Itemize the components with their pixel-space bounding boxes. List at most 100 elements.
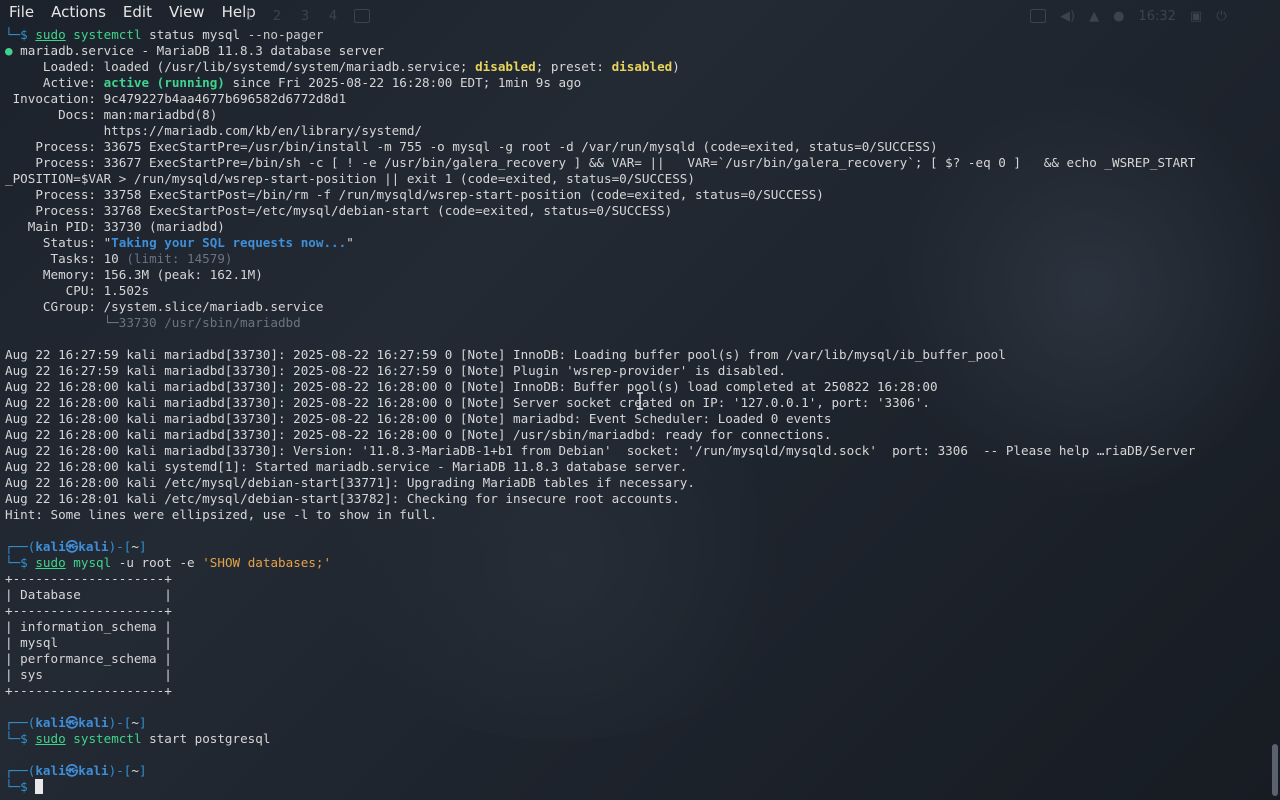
- terminal-line: | information_schema |: [5, 619, 1267, 635]
- terminal-text: | performance_schema |: [5, 651, 172, 666]
- terminal-text: ~: [131, 715, 139, 730]
- terminal-text: | information_schema |: [5, 619, 172, 634]
- lock-icon[interactable]: ▣: [1190, 9, 1202, 24]
- terminal-line: +--------------------+: [5, 683, 1267, 699]
- terminal-text: +--------------------+: [5, 683, 172, 698]
- terminal-text: systemctl: [73, 27, 142, 42]
- terminal-text: )-[: [108, 539, 132, 554]
- terminal-line: Memory: 156.3M (peak: 162.1M): [5, 267, 1267, 283]
- display-icon[interactable]: [1030, 9, 1046, 23]
- terminal-cursor: [35, 779, 44, 794]
- workspace-3[interactable]: 3: [298, 9, 312, 24]
- terminal-text: disabled: [611, 59, 673, 74]
- terminal-line: | mysql |: [5, 635, 1267, 651]
- terminal-line: Aug 22 16:28:00 kali mariadbd[33730]: Ve…: [5, 443, 1267, 459]
- terminal-line: Aug 22 16:28:01 kali /etc/mysql/debian-s…: [5, 491, 1267, 507]
- terminal-line: Invocation: 9c479227b4aa4677b696582d6772…: [5, 91, 1267, 107]
- terminal-line: Docs: man:mariadbd(8): [5, 107, 1267, 123]
- terminal-text: └─$: [5, 731, 36, 746]
- terminal-line: Aug 22 16:28:00 kali systemd[1]: Started…: [5, 459, 1267, 475]
- notification-icon[interactable]: ▲: [1089, 9, 1099, 24]
- terminal-text: sudo: [35, 555, 66, 570]
- terminal-scrollbar[interactable]: [1272, 744, 1278, 796]
- terminal-text: CGroup: /system.slice/mariadb.service: [5, 299, 324, 314]
- terminal-text: ": [346, 235, 354, 250]
- terminal-text: )-[: [108, 763, 132, 778]
- terminal-text: --no-pager: [247, 27, 324, 42]
- terminal-line: ● mariadb.service - MariaDB 11.8.3 datab…: [5, 43, 1267, 59]
- terminal-text: Memory: 156.3M (peak: 162.1M): [5, 267, 263, 282]
- terminal-line: └─33730 /usr/sbin/mariadbd: [5, 315, 1267, 331]
- terminal-text: since Fri 2025-08-22 16:28:00 EDT; 1min …: [224, 75, 582, 90]
- terminal-text: mysql: [73, 555, 112, 570]
- volume-icon[interactable]: ◀): [1060, 9, 1075, 24]
- terminal-text: ): [672, 59, 680, 74]
- terminal-text: +--------------------+: [5, 571, 172, 586]
- terminal-text: Aug 22 16:28:00 kali mariadbd[33730]: 20…: [5, 395, 931, 410]
- terminal-line: Hint: Some lines were ellipsized, use -l…: [5, 507, 1267, 523]
- menu-file[interactable]: File: [0, 1, 42, 23]
- terminal-line: ┌──(kali㉿kali)-[~]: [5, 715, 1267, 731]
- workspace-4[interactable]: 4: [326, 9, 340, 24]
- terminal-line: Aug 22 16:27:59 kali mariadbd[33730]: 20…: [5, 347, 1267, 363]
- terminal-text: )-[: [108, 715, 132, 730]
- terminal-text: systemctl: [73, 731, 142, 746]
- terminal-text: Status: ": [5, 235, 112, 250]
- terminal-line: Loaded: loaded (/usr/lib/systemd/system/…: [5, 59, 1267, 75]
- terminal-text: Aug 22 16:27:59 kali mariadbd[33730]: 20…: [5, 347, 1006, 362]
- terminal-line: Process: 33758 ExecStartPost=/bin/rm -f …: [5, 187, 1267, 203]
- terminal-text: Active:: [5, 75, 104, 90]
- terminal-line: Process: 33675 ExecStartPre=/usr/bin/ins…: [5, 139, 1267, 155]
- terminal-text: kali㉿kali: [35, 539, 109, 554]
- terminal-line: Process: 33677 ExecStartPre=/bin/sh -c […: [5, 155, 1267, 171]
- terminal-text: Aug 22 16:28:00 kali mariadbd[33730]: 20…: [5, 427, 832, 442]
- terminal-line: └─$ sudo mysql -u root -e 'SHOW database…: [5, 555, 1267, 571]
- terminal-text: Docs: man:mariadbd(8): [5, 107, 218, 122]
- workspace-2[interactable]: 2: [270, 9, 284, 24]
- terminal-text: kali㉿kali: [35, 763, 109, 778]
- terminal-text: | Database |: [5, 587, 172, 602]
- terminal-text: disabled: [475, 59, 536, 74]
- terminal-text: Process: 33768 ExecStartPost=/etc/mysql/…: [5, 203, 673, 218]
- terminal-text: ●: [5, 43, 21, 58]
- terminal-text: active (running): [103, 75, 225, 90]
- ibeam-cursor-icon: [637, 392, 643, 410]
- terminal-line: Aug 22 16:28:00 kali /etc/mysql/debian-s…: [5, 475, 1267, 491]
- logout-icon[interactable]: ⏻: [1216, 9, 1226, 24]
- terminal-line: Aug 22 16:28:00 kali mariadbd[33730]: 20…: [5, 427, 1267, 443]
- terminal-text: └─33730 /usr/sbin/mariadbd: [5, 315, 301, 330]
- terminal-line: ┌──(kali㉿kali)-[~]: [5, 539, 1267, 555]
- menu-actions[interactable]: Actions: [42, 1, 114, 23]
- terminal-line: Process: 33768 ExecStartPost=/etc/mysql/…: [5, 203, 1267, 219]
- terminal-text: ; preset:: [535, 59, 612, 74]
- terminal-text: ~: [131, 539, 139, 554]
- menu-edit[interactable]: Edit: [114, 1, 160, 23]
- terminal-text: Tasks: 10: [5, 251, 127, 266]
- terminal-text: Process: 33677 ExecStartPre=/bin/sh -c […: [5, 155, 1196, 170]
- panel-workspaces: 1 2 3 4: [242, 6, 370, 26]
- terminal-line: | performance_schema |: [5, 651, 1267, 667]
- terminal-icon[interactable]: [354, 9, 370, 23]
- terminal-text: Main PID: 33730 (mariadbd): [5, 219, 225, 234]
- terminal-text: +--------------------+: [5, 603, 172, 618]
- terminal-text: ]: [138, 763, 147, 778]
- terminal-text: Aug 22 16:28:01 kali /etc/mysql/debian-s…: [5, 491, 680, 506]
- terminal-text: Process: 33758 ExecStartPost=/bin/rm -f …: [5, 187, 824, 202]
- workspace-1[interactable]: 1: [242, 9, 256, 24]
- terminal-line: Aug 22 16:27:59 kali mariadbd[33730]: 20…: [5, 363, 1267, 379]
- menu-view[interactable]: View: [160, 1, 213, 23]
- terminal-text: mariadb.service - MariaDB 11.8.3 databas…: [20, 43, 385, 58]
- terminal-text: Aug 22 16:28:00 kali mariadbd[33730]: Ve…: [5, 443, 1196, 458]
- terminal-output[interactable]: └─$ sudo systemctl status mysql --no-pag…: [5, 27, 1267, 795]
- terminal-line: Active: active (running) since Fri 2025-…: [5, 75, 1267, 91]
- power-icon[interactable]: ●: [1113, 9, 1124, 24]
- terminal-text: Aug 22 16:28:00 kali systemd[1]: Started…: [5, 459, 688, 474]
- terminal-text: | sys |: [5, 667, 172, 682]
- terminal-text: Invocation: 9c479227b4aa4677b696582d6772…: [5, 91, 347, 106]
- terminal-line: CGroup: /system.slice/mariadb.service: [5, 299, 1267, 315]
- terminal-line: └─$ sudo systemctl status mysql --no-pag…: [5, 27, 1267, 43]
